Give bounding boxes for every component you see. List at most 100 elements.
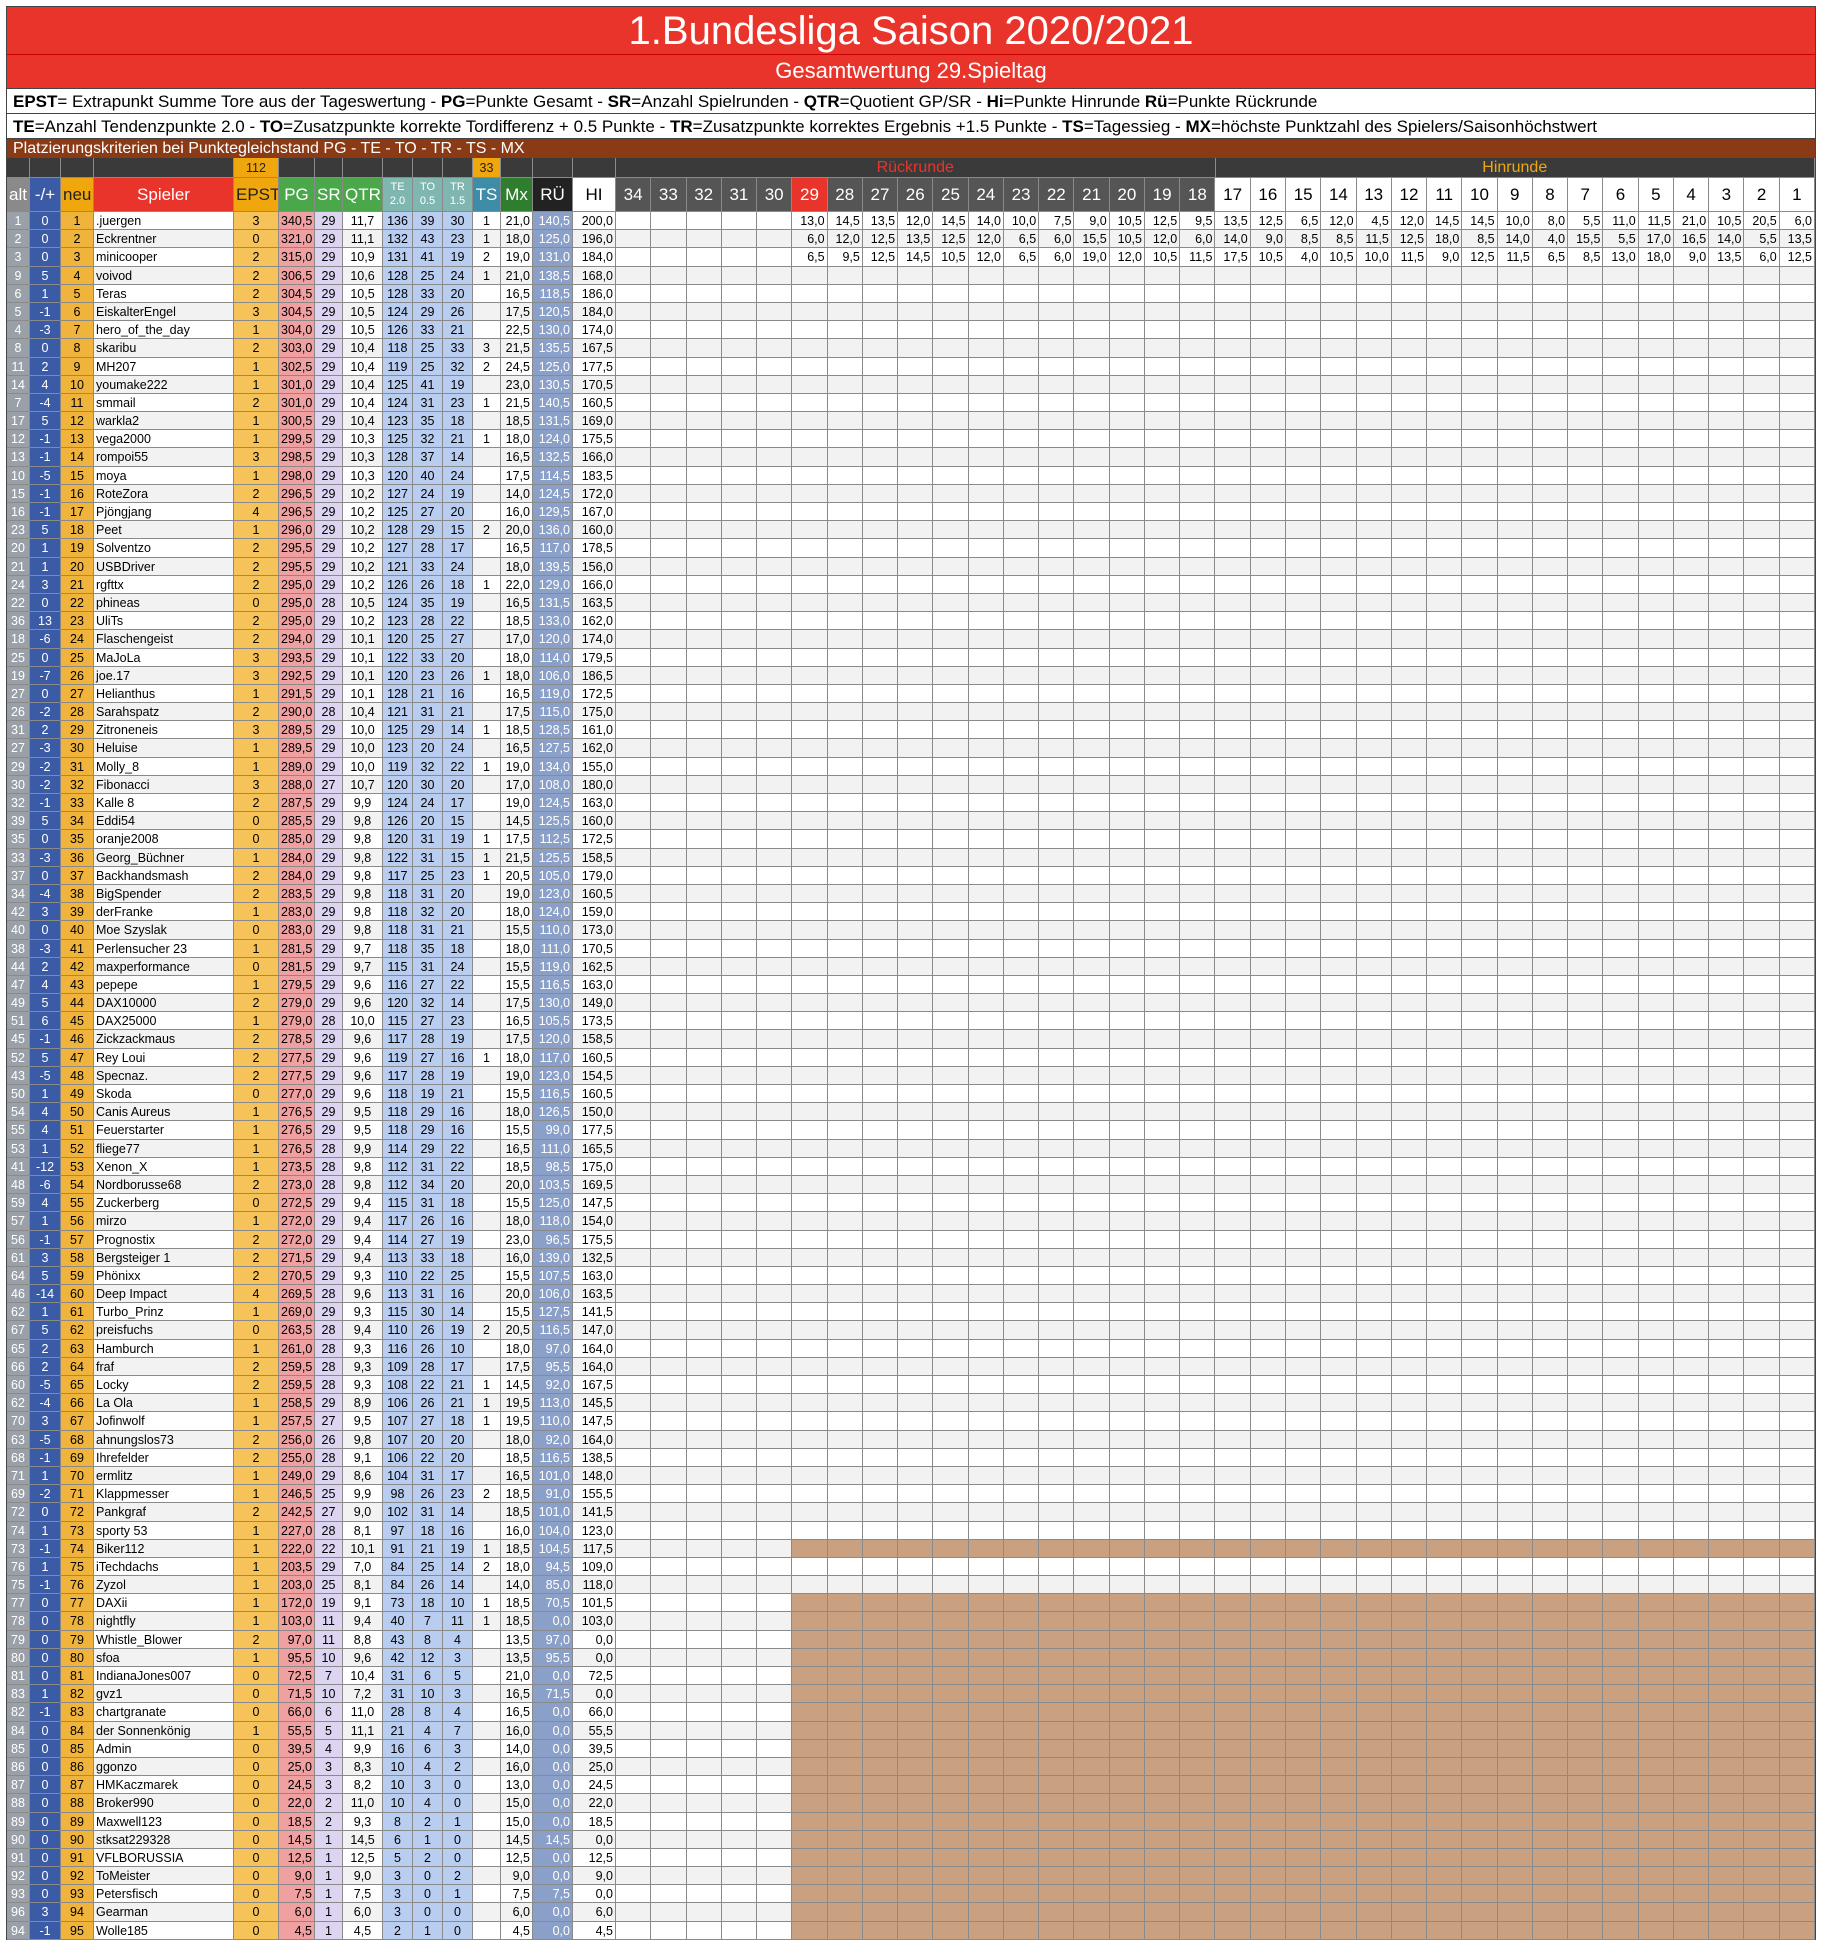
table-row[interactable]: 71 1 70 ermlitz 1 249,0 29 8,6 104 31 17 16,5 101,0 1… [7, 1466, 1815, 1486]
table-row[interactable]: 84 0 84 der Sonnenkönig 1 55,5 5 11,1 21 4 7 16,0 0,… [7, 1721, 1815, 1740]
table-row[interactable]: 44 2 42 maxperformance 0 281,5 29 9,7 115 31 24 15,… [7, 957, 1815, 976]
table-row[interactable]: 60 -5 65 Locky 2 259,5 28 9,3 108 22 21 1 14,5 92,0 16… [7, 1376, 1815, 1395]
table-row[interactable]: 33 -3 36 Georg_Büchner 1 284,0 29 9,8 122 31 15 1 21… [7, 848, 1815, 867]
table-row[interactable]: 94 -1 95 Wolle185 0 4,5 1 4,5 2 1 0 4,5 0,0 4,5 [7, 1921, 1815, 1940]
table-row[interactable]: 1 0 1 .juergen 3 340,5 29 11,7 136 39 30 1 21,0 140,5… [7, 212, 1815, 231]
table-row[interactable]: 57 1 56 mirzo 1 272,0 29 9,4 117 26 16 18,0 118,0 154… [7, 1212, 1815, 1231]
table-row[interactable]: 48 -6 54 Nordborusse68 2 273,0 28 9,8 112 34 20 20,… [7, 1175, 1815, 1195]
table-row[interactable]: 64 5 59 Phönixx 2 270,5 29 9,3 110 22 25 15,5 107,5 1… [7, 1266, 1815, 1286]
table-row[interactable]: 62 -4 66 La Ola 1 258,5 29 8,9 106 26 21 1 19,5 113,0… [7, 1394, 1815, 1413]
table-row[interactable]: 7 -4 11 smmail 2 301,0 29 10,4 124 31 23 1 21,5 140,5… [7, 393, 1815, 413]
table-row[interactable]: 17 5 12 warkla2 1 300,5 29 10,4 123 35 18 18,5 131,5… [7, 412, 1815, 431]
table-row[interactable]: 70 3 67 Jofinwolf 1 257,5 27 9,5 107 27 18 1 19,5 110… [7, 1412, 1815, 1431]
table-row[interactable]: 21 1 20 USBDriver 2 295,5 29 10,2 121 33 24 18,0 139… [7, 557, 1815, 576]
table-row[interactable]: 90 0 90 stksat229328 0 14,5 1 14,5 6 1 0 14,5 14,5 0,… [7, 1830, 1815, 1849]
matchday-cell [1744, 503, 1780, 522]
table-row[interactable]: 62 1 61 Turbo_Prinz 1 269,0 29 9,3 115 30 14 15,5 12… [7, 1303, 1815, 1322]
table-row[interactable]: 40 0 40 Moe Szyslak 0 283,0 29 9,8 118 31 21 15,5 11… [7, 921, 1815, 940]
table-row[interactable]: 39 5 34 Eddi54 0 285,5 29 9,8 126 20 15 14,5 125,5 16… [7, 812, 1815, 831]
table-row[interactable]: 3 0 3 minicooper 2 315,0 29 10,9 131 41 19 2 19,0 131… [7, 248, 1815, 267]
table-row[interactable]: 5 -1 6 EiskalterEngel 3 304,5 29 10,5 124 29 26 17,… [7, 302, 1815, 322]
table-row[interactable]: 27 -3 30 Heluise 1 289,5 29 10,0 123 20 24 16,5 127,… [7, 739, 1815, 758]
table-row[interactable]: 34 -4 38 BigSpender 2 283,5 29 9,8 118 31 20 19,0 12… [7, 884, 1815, 904]
table-row[interactable]: 32 -1 33 Kalle 8 2 287,5 29 9,9 124 24 17 19,0 124,5… [7, 794, 1815, 813]
table-row[interactable]: 25 0 25 MaJoLa 3 293,5 29 10,1 122 33 20 18,0 114,0 1… [7, 648, 1815, 667]
table-row[interactable]: 78 0 78 nightfly 1 103,0 11 9,4 40 7 11 1 18,5 0,0 103… [7, 1612, 1815, 1631]
table-row[interactable]: 41 -12 53 Xenon_X 1 273,5 28 9,8 112 31 22 18,5 98,5… [7, 1157, 1815, 1176]
table-row[interactable]: 67 5 62 preisfuchs 0 263,5 28 9,4 110 26 19 2 20,5 11… [7, 1321, 1815, 1340]
table-row[interactable]: 30 -2 32 Fibonacci 3 288,0 27 10,7 120 30 20 17,0 10… [7, 775, 1815, 794]
table-row[interactable]: 96 3 94 Gearman 0 6,0 1 6,0 3 0 0 6,0 0,0 6,0 [7, 1903, 1815, 1922]
table-row[interactable]: 61 3 58 Bergsteiger 1 2 271,5 29 9,4 113 33 18 16,0… [7, 1248, 1815, 1267]
ts: 1 [473, 721, 501, 740]
table-row[interactable]: 47 4 43 pepepe 1 279,5 29 9,6 116 27 22 15,5 116,5 16… [7, 975, 1815, 995]
table-row[interactable]: 50 1 49 Skoda 0 277,0 29 9,6 118 19 21 15,5 116,5 160… [7, 1085, 1815, 1104]
table-row[interactable]: 13 -1 14 rompoi55 3 298,5 29 10,3 128 37 14 16,5 132… [7, 448, 1815, 467]
table-row[interactable]: 15 -1 16 RoteZora 2 296,5 29 10,2 127 24 19 14,0 124… [7, 484, 1815, 503]
table-row[interactable]: 18 -6 24 Flaschengeist 2 294,0 29 10,1 120 25 27 17… [7, 630, 1815, 649]
table-row[interactable]: 6 1 5 Teras 2 304,5 29 10,5 128 33 20 16,5 118,5 186,… [7, 284, 1815, 303]
table-row[interactable]: 42 3 39 derFranke 1 283,0 29 9,8 118 32 20 18,0 124,… [7, 903, 1815, 922]
table-row[interactable]: 86 0 86 ggonzo 0 25,0 3 8,3 10 4 2 16,0 0,0 25,0 [7, 1757, 1815, 1777]
table-row[interactable]: 68 -1 69 Ihrefelder 2 255,0 28 9,1 106 22 20 18,5 11… [7, 1448, 1815, 1467]
table-row[interactable]: 23 5 18 Peet 1 296,0 29 10,2 128 29 15 2 20,0 136,0 16… [7, 521, 1815, 540]
table-row[interactable]: 31 2 29 Zitroneneis 3 289,5 29 10,0 125 29 14 1 18,5… [7, 721, 1815, 740]
table-row[interactable]: 45 -1 46 Zickzackmaus 2 278,5 29 9,6 117 28 19 17,5… [7, 1030, 1815, 1049]
table-row[interactable]: 87 0 87 HMKaczmarek 0 24,5 3 8,2 10 3 0 13,0 0,0 24,5 [7, 1776, 1815, 1795]
table-row[interactable]: 20 1 19 Solventzo 2 295,5 29 10,2 127 28 17 16,5 117… [7, 539, 1815, 558]
table-row[interactable]: 24 3 21 rgfttx 2 295,0 29 10,2 126 26 18 1 22,0 129,0… [7, 575, 1815, 594]
table-row[interactable]: 29 -2 31 Molly_8 1 289,0 29 10,0 119 32 22 1 19,0 134… [7, 757, 1815, 776]
table-row[interactable]: 93 0 93 Petersfisch 0 7,5 1 7,5 3 0 1 7,5 7,5 0,0 [7, 1885, 1815, 1904]
table-row[interactable]: 51 6 45 DAX25000 1 279,0 28 10,0 115 27 23 16,5 105,… [7, 1012, 1815, 1031]
table-row[interactable]: 77 0 77 DAXii 1 172,0 19 9,1 73 18 10 1 18,5 70,5 101,… [7, 1594, 1815, 1613]
table-row[interactable]: 76 1 75 iTechdachs 1 203,5 29 7,0 84 25 14 2 18,0 94,… [7, 1557, 1815, 1577]
table-row[interactable]: 69 -2 71 Klappmesser 1 246,5 25 9,9 98 26 23 2 18,5 9… [7, 1485, 1815, 1504]
table-row[interactable]: 89 0 89 Maxwell123 0 18,5 2 9,3 8 2 1 15,0 0,0 18,5 [7, 1812, 1815, 1831]
table-row[interactable]: 80 0 80 sfoa 1 95,5 10 9,6 42 12 3 13,5 95,5 0,0 [7, 1648, 1815, 1667]
table-row[interactable]: 14 4 10 youmake222 1 301,0 29 10,4 125 41 19 23,0 13… [7, 375, 1815, 394]
table-row[interactable]: 65 2 63 Hamburch 1 261,0 28 9,3 116 26 10 18,0 97,0 1… [7, 1339, 1815, 1358]
tr: 22 [443, 1139, 473, 1158]
table-row[interactable]: 53 1 52 fliege77 1 276,5 28 9,9 114 29 22 16,5 111,0… [7, 1139, 1815, 1158]
table-row[interactable]: 9 5 4 voivod 2 306,5 29 10,6 128 25 24 1 21,0 138,5 16… [7, 266, 1815, 285]
table-row[interactable]: 75 -1 76 Zyzol 1 203,0 25 8,1 84 26 14 14,0 85,0 118,… [7, 1576, 1815, 1595]
table-row[interactable]: 52 5 47 Rey Loui 2 277,5 29 9,6 119 27 16 1 18,0 117,… [7, 1048, 1815, 1067]
table-row[interactable]: 4 -3 7 hero_of_the_day 1 304,0 29 10,5 126 33 21 22… [7, 321, 1815, 340]
table-row[interactable]: 63 -5 68 ahnungslos73 2 256,0 26 9,8 107 20 20 18,0… [7, 1430, 1815, 1449]
table-row[interactable]: 55 4 51 Feuerstarter 1 276,5 29 9,5 118 29 16 15,5 9… [7, 1121, 1815, 1140]
table-row[interactable]: 88 0 88 Broker990 0 22,0 2 11,0 10 4 0 15,0 0,0 22,0 [7, 1794, 1815, 1813]
matchday-cell [1462, 484, 1498, 503]
table-row[interactable]: 49 5 44 DAX10000 2 279,0 29 9,6 120 32 14 17,5 130,0… [7, 994, 1815, 1013]
table-row[interactable]: 19 -7 26 joe.17 3 292,5 29 10,1 120 23 26 1 18,0 106,… [7, 666, 1815, 685]
table-row[interactable]: 54 4 50 Canis Aureus 1 276,5 29 9,5 118 29 16 18,0 1… [7, 1103, 1815, 1122]
table-row[interactable]: 66 2 64 fraf 2 259,5 28 9,3 109 28 17 17,5 95,5 164,0 [7, 1357, 1815, 1376]
table-row[interactable]: 92 0 92 ToMeister 0 9,0 1 9,0 3 0 2 9,0 0,0 9,0 [7, 1867, 1815, 1886]
table-row[interactable]: 11 2 9 MH207 1 302,5 29 10,4 119 25 32 2 24,5 125,0 17… [7, 357, 1815, 376]
table-row[interactable]: 8 0 8 skaribu 2 303,0 29 10,4 118 25 33 3 21,5 135,5 1… [7, 339, 1815, 358]
table-row[interactable]: 46 -14 60 Deep Impact 4 269,5 28 9,6 113 31 16 20,0… [7, 1285, 1815, 1304]
table-row[interactable]: 36 13 23 UliTs 2 295,0 29 10,2 123 28 22 18,5 133,0 1… [7, 612, 1815, 631]
table-row[interactable]: 81 0 81 IndianaJones007 0 72,5 7 10,4 31 6 5 21,0 0,… [7, 1667, 1815, 1686]
table-row[interactable]: 83 1 82 gvz1 0 71,5 10 7,2 31 10 3 16,5 71,5 0,0 [7, 1685, 1815, 1704]
table-row[interactable]: 85 0 85 Admin 0 39,5 4 9,9 16 6 3 14,0 0,0 39,5 [7, 1739, 1815, 1758]
table-row[interactable]: 2 0 2 Eckrentner 0 321,0 29 11,1 132 43 23 1 18,0 125… [7, 230, 1815, 249]
table-row[interactable]: 82 -1 83 chartgranate 0 66,0 6 11,0 28 8 4 16,5 0,0 6… [7, 1703, 1815, 1722]
table-row[interactable]: 59 4 55 Zuckerberg 0 272,5 29 9,4 115 31 18 15,5 125… [7, 1194, 1815, 1213]
table-row[interactable]: 74 1 73 sporty 53 1 227,0 28 8,1 97 18 16 16,0 104,0… [7, 1521, 1815, 1540]
table-row[interactable]: 37 0 37 Backhandsmash 2 284,0 29 9,8 117 25 23 1 20,… [7, 866, 1815, 885]
table-row[interactable]: 10 -5 15 moya 1 298,0 29 10,3 120 40 24 17,5 114,5 18… [7, 466, 1815, 485]
table-row[interactable]: 12 -1 13 vega2000 1 299,5 29 10,3 125 32 21 1 18,0 12… [7, 430, 1815, 449]
table-row[interactable]: 38 -3 41 Perlensucher 23 1 281,5 29 9,7 118 35 18 1… [7, 939, 1815, 958]
table-row[interactable]: 72 0 72 Pankgraf 2 242,5 27 9,0 102 31 14 18,5 101,0… [7, 1503, 1815, 1522]
table-row[interactable]: 56 -1 57 Prognostix 2 272,0 29 9,4 114 27 19 23,0 96… [7, 1230, 1815, 1249]
table-row[interactable]: 16 -1 17 Pjöngjang 4 296,5 29 10,2 125 27 20 16,0 12… [7, 503, 1815, 522]
table-row[interactable]: 79 0 79 Whistle_Blower 2 97,0 11 8,8 43 8 4 13,5 97,… [7, 1630, 1815, 1649]
table-row[interactable]: 43 -5 48 Specnaz. 2 277,5 29 9,6 117 28 19 19,0 123,… [7, 1066, 1815, 1085]
table-row[interactable]: 22 0 22 phineas 0 295,0 28 10,5 124 35 19 16,5 131,5… [7, 593, 1815, 613]
table-row[interactable]: 73 -1 74 Biker112 1 222,0 22 10,1 91 21 19 1 18,5 104… [7, 1539, 1815, 1558]
table-row[interactable]: 26 -2 28 Sarahspatz 2 290,0 28 10,4 121 31 21 17,5 1… [7, 703, 1815, 722]
table-row[interactable]: 91 0 91 VFLBORUSSIA 0 12,5 1 12,5 5 2 0 12,5 0,0 12,5 [7, 1848, 1815, 1868]
table-row[interactable]: 27 0 27 Helianthus 1 291,5 29 10,1 128 21 16 16,5 11… [7, 684, 1815, 704]
table-row[interactable]: 35 0 35 oranje2008 0 285,0 29 9,8 120 31 19 1 17,5 11… [7, 830, 1815, 849]
matchday-cell [1250, 375, 1287, 394]
